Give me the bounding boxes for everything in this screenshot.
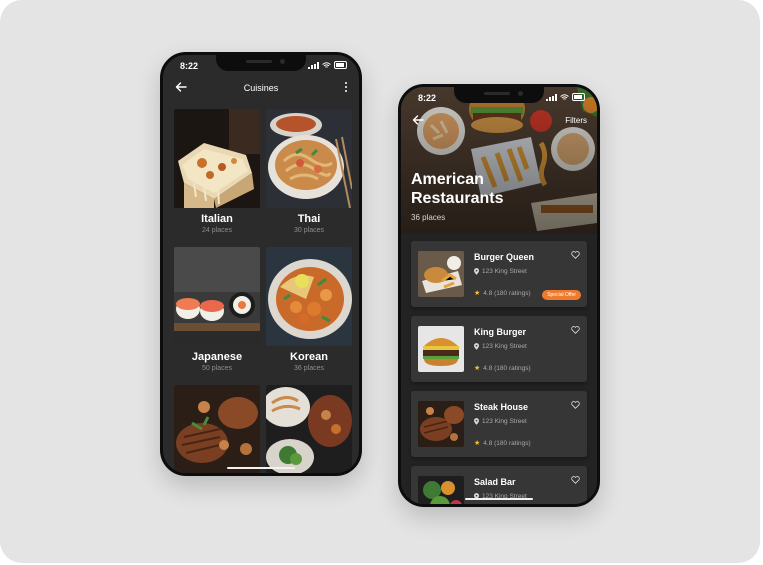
restaurant-address: 123 King Street: [482, 268, 527, 275]
heart-icon[interactable]: [571, 251, 580, 259]
restaurant-name: King Burger: [474, 327, 527, 337]
restaurant-rating: 4.8 (180 ratings): [483, 364, 531, 372]
status-time: 8:22: [418, 93, 437, 103]
restaurant-image: [418, 401, 464, 447]
cuisine-name: Italian: [201, 213, 233, 225]
korean-food-image: [266, 247, 352, 346]
wifi-icon: [322, 61, 331, 68]
back-arrow-icon[interactable]: [411, 113, 425, 127]
mixed-food-image: [266, 385, 352, 473]
status-bar: 8:22: [163, 55, 359, 75]
restaurant-address: 123 King Street: [482, 418, 527, 425]
home-indicator[interactable]: [227, 467, 295, 469]
restaurant-name: Salad Bar: [474, 477, 516, 487]
cuisine-count: 50 places: [202, 365, 232, 372]
location-pin-icon: [474, 343, 479, 350]
cuisine-count: 24 places: [202, 227, 232, 234]
japanese-food-image: [174, 247, 260, 346]
home-indicator[interactable]: [465, 498, 533, 500]
status-bar: 8:22: [401, 87, 597, 107]
restaurant-card[interactable]: Steak House 123 King Street ★ 4.8 (180 r…: [411, 391, 587, 457]
cuisine-name: Japanese: [191, 351, 243, 363]
restaurant-card[interactable]: Salad Bar 123 King Street: [411, 466, 587, 504]
page-title: Cuisines: [243, 83, 279, 93]
heart-icon[interactable]: [571, 401, 580, 409]
special-offer-badge: Special Offer: [542, 290, 581, 300]
restaurant-name: Burger Queen: [474, 252, 535, 262]
location-pin-icon: [474, 268, 479, 275]
restaurant-image: [418, 326, 464, 372]
presentation-background: [0, 0, 760, 563]
cuisine-card-italian[interactable]: Italian 24 places: [174, 109, 260, 234]
restaurant-card[interactable]: Burger Queen 123 King Street ★ 4.8 (180 …: [411, 241, 587, 307]
restaurant-rating: 4.8 (180 ratings): [483, 439, 531, 447]
restaurant-list: Burger Queen 123 King Street ★ 4.8 (180 …: [401, 234, 597, 504]
cuisine-card-mixed[interactable]: [266, 385, 352, 473]
steak-food-image: [174, 385, 260, 473]
more-vertical-icon[interactable]: [343, 82, 349, 94]
battery-icon: [572, 93, 585, 101]
battery-icon: [334, 61, 347, 69]
cuisine-name: Korean: [290, 351, 328, 363]
cuisines-header: Cuisines: [163, 77, 359, 99]
heart-icon[interactable]: [571, 476, 580, 484]
wifi-icon: [560, 93, 569, 100]
signal-icon: [546, 93, 557, 101]
places-count: 36 places: [411, 213, 446, 222]
star-icon: ★: [474, 290, 481, 297]
cuisines-phone: 8:22 Cuisines Italian 24 places Thai 30 …: [160, 52, 362, 476]
star-icon: ★: [474, 440, 481, 447]
status-time: 8:22: [180, 61, 199, 71]
restaurants-phone: 8:22 Filters American Restaurants 36 pla…: [398, 84, 600, 507]
page-title: American Restaurants: [411, 171, 504, 207]
filters-button[interactable]: Filters: [565, 116, 587, 125]
restaurant-name: Steak House: [474, 402, 529, 412]
restaurant-address: 123 King Street: [482, 343, 527, 350]
restaurant-image: [418, 476, 464, 504]
location-pin-icon: [474, 418, 479, 425]
restaurant-rating: 4.8 (180 ratings): [483, 289, 531, 297]
cuisine-name: Thai: [297, 213, 321, 225]
heart-icon[interactable]: [571, 326, 580, 334]
cuisine-card-japanese[interactable]: Japanese 50 places: [174, 247, 260, 372]
restaurant-card[interactable]: King Burger 123 King Street ★ 4.8 (180 r…: [411, 316, 587, 382]
thai-food-image: [266, 109, 352, 208]
italian-food-image: [174, 109, 260, 208]
cuisine-count: 36 places: [294, 365, 324, 372]
cuisine-card-steak[interactable]: [174, 385, 260, 473]
star-icon: ★: [474, 365, 481, 372]
restaurant-image: [418, 251, 464, 297]
hero-banner: [401, 87, 597, 234]
signal-icon: [308, 61, 319, 69]
cuisine-card-korean[interactable]: Korean 36 places: [266, 247, 352, 372]
cuisine-card-thai[interactable]: Thai 30 places: [266, 109, 352, 234]
cuisine-count: 30 places: [294, 227, 324, 234]
